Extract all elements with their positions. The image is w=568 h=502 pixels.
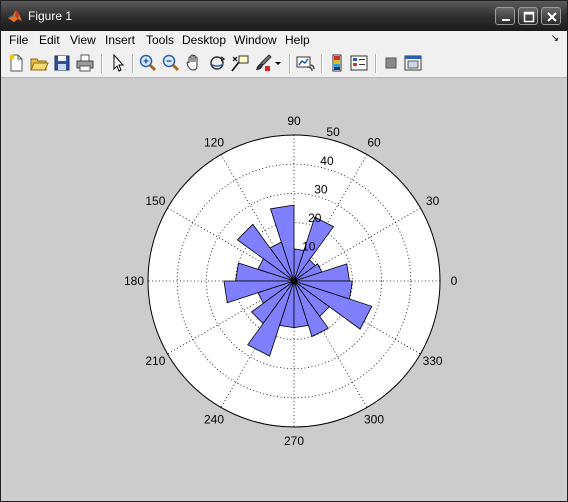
link-plot-icon xyxy=(296,56,315,72)
angle-tick-label: 330 xyxy=(423,354,443,368)
chevron-down-icon xyxy=(275,62,281,65)
menu-view[interactable]: View xyxy=(70,33,96,47)
menu-insert[interactable]: Insert xyxy=(105,33,135,47)
save-disk-icon xyxy=(54,55,70,71)
new-document-icon xyxy=(9,54,23,72)
close-button[interactable] xyxy=(541,7,561,25)
angle-tick-label: 60 xyxy=(367,135,381,149)
link-plot-button[interactable] xyxy=(295,53,315,73)
window-title: Figure 1 xyxy=(28,9,73,23)
menu-file[interactable]: File xyxy=(9,33,28,47)
menu-desktop[interactable]: Desktop xyxy=(182,33,226,47)
dock-arrow-icon[interactable]: ↘ xyxy=(551,33,559,44)
figure-canvas[interactable]: 0 30 60 90 120 150 180 210 240 270 300 330 10 20 30 40 5… xyxy=(5,78,563,498)
angle-tick-label: 210 xyxy=(145,354,165,368)
figure-window: Figure 1 File Edit View Insert Tools Des… xyxy=(0,0,568,502)
zoom-in-button[interactable] xyxy=(138,53,158,73)
insert-colorbar-button[interactable] xyxy=(327,53,347,73)
colorbar-icon xyxy=(332,54,342,72)
rotate-3d-icon xyxy=(210,56,226,70)
menu-window[interactable]: Window xyxy=(234,33,277,47)
hide-plot-tools-button[interactable] xyxy=(381,53,401,73)
angle-tick-label: 270 xyxy=(284,434,304,448)
hide-plot-tools-icon xyxy=(385,57,397,69)
angle-tick-label: 0 xyxy=(451,274,458,288)
angle-tick-label: 240 xyxy=(204,413,224,427)
radial-tick-label: 10 xyxy=(302,239,316,253)
polar-rose-chart[interactable]: 0 30 60 90 120 150 180 210 240 270 300 330 10 20 30 40 5… xyxy=(5,78,563,498)
brush-dropdown-button[interactable] xyxy=(273,53,283,73)
zoom-out-button[interactable] xyxy=(161,53,181,73)
printer-icon xyxy=(76,54,94,72)
angle-tick-label: 300 xyxy=(364,413,384,427)
angle-tick-label: 150 xyxy=(145,194,165,208)
brush-button[interactable] xyxy=(253,53,273,73)
figure-toolbar xyxy=(1,50,567,78)
rotate-3d-button[interactable] xyxy=(207,53,227,73)
legend-icon xyxy=(350,55,368,71)
minimize-icon xyxy=(502,19,510,21)
show-plot-tools-button[interactable] xyxy=(403,53,423,73)
data-cursor-icon xyxy=(231,55,249,72)
save-figure-button[interactable] xyxy=(52,53,72,73)
new-figure-button[interactable] xyxy=(6,53,26,73)
radial-tick-label: 20 xyxy=(308,211,322,225)
radial-tick-label: 40 xyxy=(320,154,334,168)
brush-icon xyxy=(256,54,272,71)
open-file-button[interactable] xyxy=(29,53,49,73)
matlab-logo-icon xyxy=(8,10,22,22)
angle-tick-label: 90 xyxy=(287,114,301,128)
menu-edit[interactable]: Edit xyxy=(39,33,60,47)
menu-bar: File Edit View Insert Tools Desktop Wind… xyxy=(1,31,567,50)
open-folder-icon xyxy=(30,58,49,71)
maximize-button[interactable] xyxy=(518,7,538,25)
angle-tick-label: 30 xyxy=(426,194,440,208)
hand-icon xyxy=(186,54,198,71)
print-figure-button[interactable] xyxy=(75,53,95,73)
zoom-in-icon xyxy=(139,54,157,72)
maximize-icon xyxy=(523,11,535,23)
show-plot-tools-icon xyxy=(404,55,422,71)
close-icon xyxy=(547,12,557,22)
angle-tick-label: 180 xyxy=(124,274,144,288)
title-bar[interactable]: Figure 1 xyxy=(1,1,567,31)
radial-tick-label: 30 xyxy=(314,182,328,196)
data-cursor-button[interactable] xyxy=(230,53,250,73)
arrow-pointer-icon xyxy=(113,53,125,72)
pan-button[interactable] xyxy=(184,53,204,73)
edit-plot-button[interactable] xyxy=(108,53,128,73)
zoom-out-icon xyxy=(162,54,180,72)
menu-help[interactable]: Help xyxy=(285,33,310,47)
radial-tick-label: 50 xyxy=(326,125,340,139)
minimize-button[interactable] xyxy=(495,7,515,25)
insert-legend-button[interactable] xyxy=(349,53,369,73)
angle-tick-label: 120 xyxy=(204,135,224,149)
menu-tools[interactable]: Tools xyxy=(146,33,174,47)
